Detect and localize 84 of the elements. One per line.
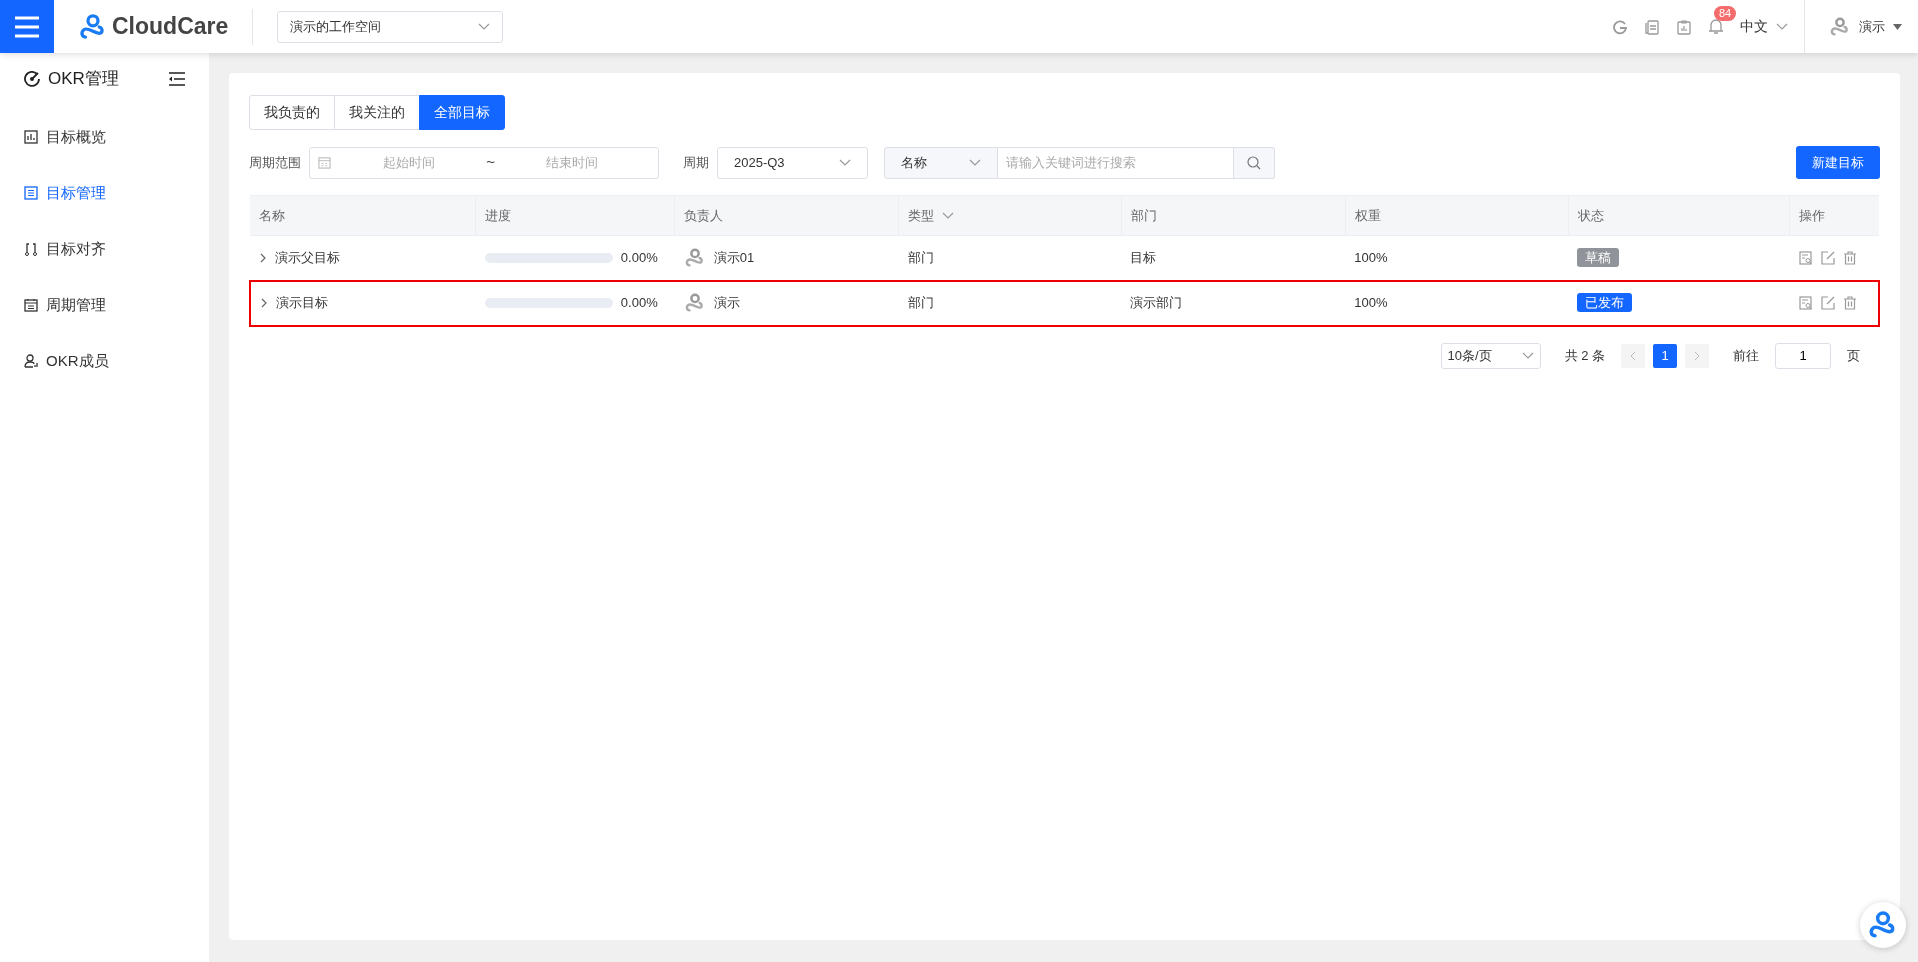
caret-icon: [1893, 23, 1902, 30]
search-field[interactable]: 请输入关键词进行搜索: [998, 146, 1234, 179]
branch-icon: [24, 242, 38, 256]
tab[interactable]: 我负责的: [249, 95, 335, 130]
chevron-right-icon[interactable]: [259, 252, 267, 263]
list-icon: [24, 186, 38, 200]
table-cell: 100%: [1354, 250, 1388, 265]
page-button[interactable]: 1: [1653, 343, 1677, 368]
delete-icon[interactable]: [1842, 250, 1857, 265]
document-icon[interactable]: [1644, 18, 1660, 35]
language-select[interactable]: 中文: [1740, 16, 1788, 37]
user-icon: [24, 354, 38, 368]
table-cell-text: 演示: [713, 294, 740, 313]
table-cell: 100%: [1354, 295, 1388, 311]
filter-label: 周期: [683, 153, 709, 172]
sidebar-item[interactable]: OKR成员: [0, 333, 209, 389]
avatar-icon: [683, 292, 706, 314]
collapse-icon[interactable]: [168, 72, 185, 86]
chevron-right-icon: [1694, 351, 1700, 362]
chevron-down-icon: [839, 158, 851, 167]
bell-icon[interactable]: [1708, 18, 1724, 35]
sidebar-item[interactable]: 周期管理: [0, 277, 209, 333]
filter-label: 周期范围: [249, 153, 301, 172]
page-size-select[interactable]: 10条/页: [1440, 342, 1541, 369]
column-header: 类型: [908, 206, 935, 225]
column-header: 负责人: [684, 206, 724, 225]
chevron-down-icon: [1521, 351, 1534, 360]
menu-icon: [13, 14, 41, 39]
chevron-down-icon: [1776, 22, 1788, 31]
logo-text: CloudCare: [112, 12, 229, 42]
search-icon: [1247, 155, 1261, 170]
table-cell-text: 0.00%: [620, 294, 658, 313]
new-objective-button[interactable]: 新建目标: [1796, 146, 1880, 179]
column-header: 状态: [1577, 206, 1604, 225]
table-cell: 部门: [907, 250, 934, 265]
column-header: 名称: [259, 206, 285, 225]
calendar-icon: [318, 156, 331, 169]
user-menu[interactable]: 演示: [1859, 16, 1885, 37]
tab[interactable]: 全部目标: [419, 95, 505, 130]
menu-button[interactable]: [0, 0, 54, 53]
chevron-down-icon: [969, 158, 981, 167]
goto-label: 前往: [1733, 346, 1759, 365]
search-button[interactable]: [1234, 146, 1275, 179]
sidebar-title: OKR管理: [48, 68, 119, 91]
sidebar-item[interactable]: 目标概览: [0, 109, 209, 165]
table-cell: 目标: [1130, 250, 1157, 265]
tab[interactable]: 我关注的: [334, 95, 420, 130]
table-cell-text: 演示01: [713, 249, 755, 267]
calendar-icon: [24, 298, 38, 312]
column-header: 进度: [485, 206, 512, 225]
edit-icon[interactable]: [1820, 296, 1835, 310]
page-unit-label: 页: [1847, 346, 1860, 365]
column-header: 权重: [1354, 206, 1381, 225]
status-tag: 已发布: [1577, 293, 1633, 313]
avatar-icon: [683, 246, 706, 269]
workspace-select[interactable]: 演示的工作空间: [277, 10, 504, 43]
search-field-select[interactable]: 名称: [884, 146, 998, 179]
assistant-button[interactable]: [1860, 902, 1906, 948]
chevron-down-icon: [478, 22, 491, 31]
notification-count: 84: [1714, 6, 1737, 21]
status-tag: 草稿: [1577, 248, 1620, 267]
sidebar-item[interactable]: 目标管理: [0, 165, 209, 221]
date-range-field[interactable]: 起始时间 ~ 结束时间: [309, 146, 659, 179]
delete-icon[interactable]: [1842, 296, 1857, 310]
edit-icon[interactable]: [1820, 250, 1835, 265]
chevron-left-icon: [1630, 351, 1636, 362]
bar-chart-icon: [24, 130, 38, 144]
table-cell: 演示部门: [1130, 295, 1183, 311]
avatar-icon: [1829, 15, 1851, 38]
sidebar-item[interactable]: 目标对齐: [0, 221, 209, 277]
table-cell-text: 演示目标: [276, 294, 328, 313]
total-count: 共 2 条: [1564, 346, 1605, 365]
page-input[interactable]: 1: [1775, 342, 1831, 369]
column-header: 部门: [1131, 206, 1157, 225]
target-icon: [24, 71, 40, 87]
chevron-right-icon[interactable]: [260, 298, 268, 308]
table-cell-text: 0.00%: [620, 249, 658, 267]
view-icon[interactable]: [1798, 296, 1813, 310]
view-icon[interactable]: [1798, 250, 1813, 265]
clipboard-chart-icon[interactable]: [1676, 18, 1692, 35]
table-cell-text: 演示父目标: [275, 249, 340, 267]
table-cell: 部门: [907, 295, 934, 311]
column-header: 操作: [1799, 206, 1826, 225]
cycle-select[interactable]: 2025-Q3: [717, 146, 868, 179]
